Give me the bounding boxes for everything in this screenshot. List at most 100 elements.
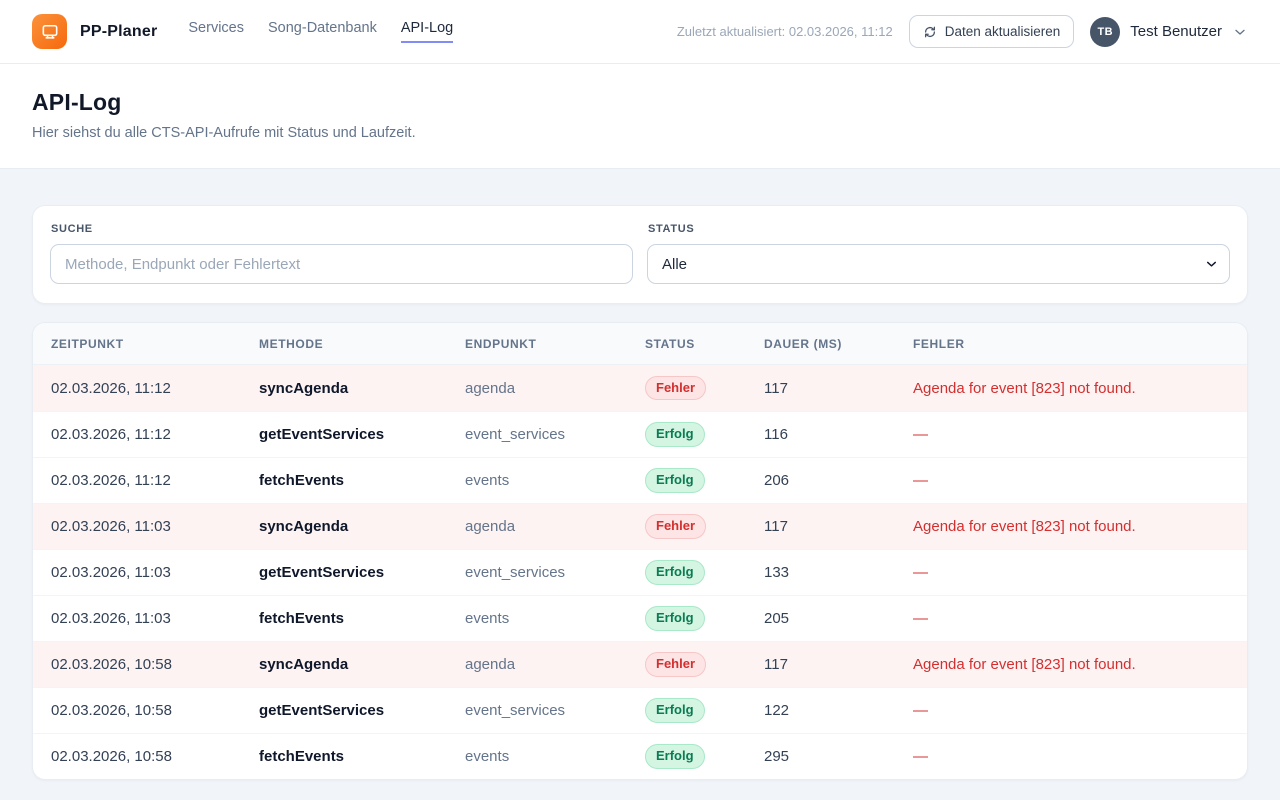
cell-zeitpunkt: 02.03.2026, 11:12 bbox=[51, 472, 259, 489]
navbar-right: Zuletzt aktualisiert: 02.03.2026, 11:12 … bbox=[677, 15, 1248, 48]
cell-zeitpunkt: 02.03.2026, 11:03 bbox=[51, 518, 259, 535]
api-log-table: ZEITPUNKTMETHODEENDPUNKTSTATUSDAUER (MS)… bbox=[32, 322, 1248, 780]
cell-zeitpunkt: 02.03.2026, 11:12 bbox=[51, 380, 259, 397]
cell-methode: fetchEvents bbox=[259, 610, 465, 627]
cell-zeitpunkt: 02.03.2026, 11:03 bbox=[51, 610, 259, 627]
column-header: ZEITPUNKT bbox=[51, 337, 259, 351]
column-header: STATUS bbox=[645, 337, 764, 351]
cell-fehler: Agenda for event [823] not found. bbox=[913, 656, 1229, 673]
table-row[interactable]: 02.03.2026, 11:12 getEventServices event… bbox=[33, 411, 1247, 457]
status-badge: Erfolg bbox=[645, 560, 705, 585]
cell-fehler: — bbox=[913, 702, 1229, 719]
cell-fehler: — bbox=[913, 610, 1229, 627]
main-nav: Services Song-Datenbank API-Log bbox=[188, 20, 453, 43]
page-subtitle: Hier siehst du alle CTS-API-Aufrufe mit … bbox=[32, 125, 1248, 141]
page-header: API-Log Hier siehst du alle CTS-API-Aufr… bbox=[0, 64, 1280, 169]
cell-status: Erfolg bbox=[645, 468, 764, 493]
cell-methode: syncAgenda bbox=[259, 380, 465, 397]
cell-zeitpunkt: 02.03.2026, 10:58 bbox=[51, 656, 259, 673]
column-header: ENDPUNKT bbox=[465, 337, 645, 351]
cell-fehler: Agenda for event [823] not found. bbox=[913, 380, 1229, 397]
status-badge: Erfolg bbox=[645, 744, 705, 769]
table-row[interactable]: 02.03.2026, 10:58 fetchEvents events Erf… bbox=[33, 733, 1247, 779]
nav-item-song-datenbank[interactable]: Song-Datenbank bbox=[268, 20, 377, 43]
chevron-down-icon bbox=[1232, 24, 1248, 40]
cell-dauer: 116 bbox=[764, 426, 913, 443]
cell-fehler: — bbox=[913, 472, 1229, 489]
user-menu[interactable]: TB Test Benutzer bbox=[1090, 17, 1248, 47]
search-field-group: SUCHE bbox=[50, 223, 633, 284]
cell-endpunkt: agenda bbox=[465, 380, 645, 397]
refresh-icon bbox=[923, 25, 937, 39]
cell-dauer: 117 bbox=[764, 656, 913, 673]
cell-zeitpunkt: 02.03.2026, 11:12 bbox=[51, 426, 259, 443]
nav-item-services[interactable]: Services bbox=[188, 20, 244, 43]
cell-status: Fehler bbox=[645, 652, 764, 677]
status-badge: Fehler bbox=[645, 514, 706, 539]
cell-endpunkt: event_services bbox=[465, 702, 645, 719]
search-label: SUCHE bbox=[51, 223, 633, 235]
app-logo bbox=[32, 14, 67, 49]
avatar: TB bbox=[1090, 17, 1120, 47]
cell-methode: fetchEvents bbox=[259, 748, 465, 765]
status-badge: Erfolg bbox=[645, 698, 705, 723]
column-header: DAUER (MS) bbox=[764, 337, 913, 351]
refresh-data-button[interactable]: Daten aktualisieren bbox=[909, 15, 1075, 48]
table-row[interactable]: 02.03.2026, 11:03 fetchEvents events Erf… bbox=[33, 595, 1247, 641]
status-badge: Fehler bbox=[645, 376, 706, 401]
nav-item-api-log[interactable]: API-Log bbox=[401, 20, 453, 43]
brand-name: PP-Planer bbox=[80, 23, 157, 41]
last-updated-text: Zuletzt aktualisiert: 02.03.2026, 11:12 bbox=[677, 24, 893, 39]
cell-endpunkt: events bbox=[465, 748, 645, 765]
cell-dauer: 117 bbox=[764, 380, 913, 397]
navbar: PP-Planer ServicesSong-DatenbankAPI-Log … bbox=[0, 0, 1280, 64]
search-input[interactable] bbox=[50, 244, 633, 284]
table-row[interactable]: 02.03.2026, 11:03 syncAgenda agenda Fehl… bbox=[33, 503, 1247, 549]
cell-methode: getEventServices bbox=[259, 564, 465, 581]
table-row[interactable]: 02.03.2026, 11:03 getEventServices event… bbox=[33, 549, 1247, 595]
filter-card: SUCHE STATUS Alle bbox=[32, 205, 1248, 304]
status-label: STATUS bbox=[648, 223, 1230, 235]
cell-endpunkt: event_services bbox=[465, 426, 645, 443]
cell-methode: syncAgenda bbox=[259, 518, 465, 535]
table-row[interactable]: 02.03.2026, 11:12 fetchEvents events Erf… bbox=[33, 457, 1247, 503]
cell-dauer: 133 bbox=[764, 564, 913, 581]
cell-endpunkt: agenda bbox=[465, 518, 645, 535]
cell-zeitpunkt: 02.03.2026, 10:58 bbox=[51, 702, 259, 719]
cell-status: Fehler bbox=[645, 514, 764, 539]
cell-fehler: Agenda for event [823] not found. bbox=[913, 518, 1229, 535]
cell-endpunkt: events bbox=[465, 610, 645, 627]
table-body: 02.03.2026, 11:12 syncAgenda agenda Fehl… bbox=[33, 365, 1247, 779]
cell-status: Erfolg bbox=[645, 698, 764, 723]
cell-methode: syncAgenda bbox=[259, 656, 465, 673]
cell-status: Erfolg bbox=[645, 422, 764, 447]
status-badge: Fehler bbox=[645, 652, 706, 677]
cell-methode: getEventServices bbox=[259, 702, 465, 719]
user-name: Test Benutzer bbox=[1130, 23, 1222, 40]
cell-dauer: 205 bbox=[764, 610, 913, 627]
cell-endpunkt: event_services bbox=[465, 564, 645, 581]
status-badge: Erfolg bbox=[645, 606, 705, 631]
cell-endpunkt: events bbox=[465, 472, 645, 489]
presentation-screen-icon bbox=[40, 22, 60, 42]
cell-status: Erfolg bbox=[645, 744, 764, 769]
refresh-button-label: Daten aktualisieren bbox=[945, 24, 1061, 39]
cell-zeitpunkt: 02.03.2026, 11:03 bbox=[51, 564, 259, 581]
table-header-row: ZEITPUNKTMETHODEENDPUNKTSTATUSDAUER (MS)… bbox=[33, 323, 1247, 365]
table-row[interactable]: 02.03.2026, 11:12 syncAgenda agenda Fehl… bbox=[33, 365, 1247, 411]
cell-fehler: — bbox=[913, 748, 1229, 765]
status-field-group: STATUS Alle bbox=[647, 223, 1230, 284]
cell-dauer: 295 bbox=[764, 748, 913, 765]
cell-endpunkt: agenda bbox=[465, 656, 645, 673]
cell-methode: fetchEvents bbox=[259, 472, 465, 489]
main-content: SUCHE STATUS Alle ZEITPUNKTMETHODEENDPUN… bbox=[0, 169, 1280, 780]
table-row[interactable]: 02.03.2026, 10:58 syncAgenda agenda Fehl… bbox=[33, 641, 1247, 687]
status-badge: Erfolg bbox=[645, 468, 705, 493]
page-title: API-Log bbox=[32, 89, 1248, 116]
table-row[interactable]: 02.03.2026, 10:58 getEventServices event… bbox=[33, 687, 1247, 733]
cell-fehler: — bbox=[913, 426, 1229, 443]
column-header: METHODE bbox=[259, 337, 465, 351]
status-select[interactable]: Alle bbox=[647, 244, 1230, 284]
cell-methode: getEventServices bbox=[259, 426, 465, 443]
cell-status: Erfolg bbox=[645, 560, 764, 585]
